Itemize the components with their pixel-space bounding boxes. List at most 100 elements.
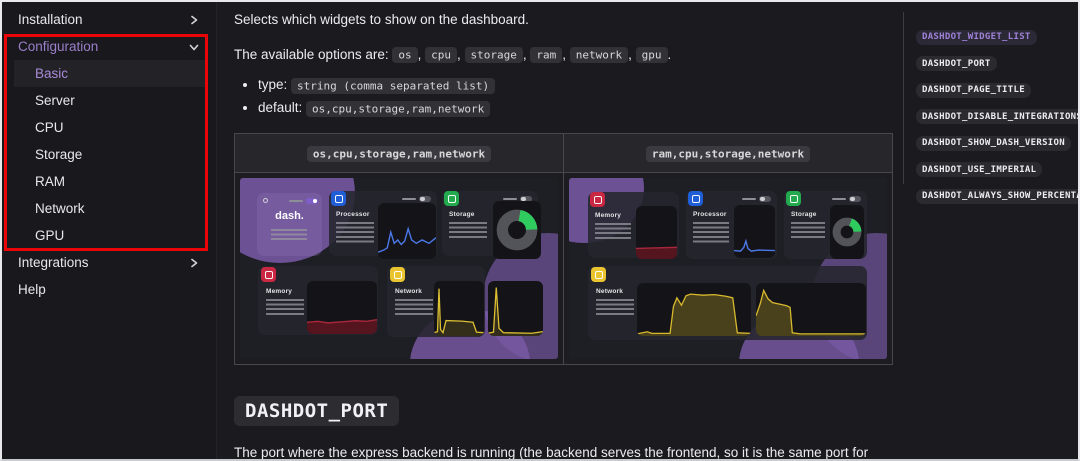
text-lines: [271, 229, 307, 243]
type-code: string (comma separated list): [291, 77, 496, 94]
widget-comparison-table: os,cpu,storage,ram,network ram,cpu,stora…: [234, 133, 893, 366]
port-section-heading: DASHDOT_PORT: [234, 396, 887, 427]
ram-chart: [307, 281, 377, 335]
options-line: The available options are: os, cpu, stor…: [234, 46, 672, 64]
sidebar-item-label: Server: [35, 93, 75, 108]
bullet-type: type: string (comma separated list): [258, 77, 887, 94]
toc-item-dashdot-always-show-percentages[interactable]: DASHDOT_ALWAYS_SHOW_PERCENTAGES: [916, 185, 1078, 204]
cpu-chart: [734, 205, 775, 259]
table-header-right: ram,cpu,storage,network: [563, 133, 893, 174]
mini-os-title: dash.: [275, 210, 304, 223]
mini-network-card: Network: [588, 266, 867, 341]
network-chart-1: [637, 283, 751, 337]
sidebar-item-label: Help: [18, 282, 46, 297]
mini-cpu-title: Processor: [693, 211, 727, 219]
table-header-left: os,cpu,storage,ram,network: [234, 133, 564, 174]
mini-ram-card: Memory: [258, 266, 378, 336]
sidebar-item-integrations[interactable]: Integrations: [2, 249, 216, 276]
text-lines: [336, 222, 374, 246]
sidebar-item-gpu[interactable]: GPU: [2, 222, 216, 249]
ram-chart: [636, 206, 677, 260]
mini-storage-title: Storage: [449, 211, 475, 219]
option-code-cpu: cpu: [425, 47, 457, 64]
network-chart-2: [756, 283, 866, 337]
mini-network-title: Network: [596, 288, 624, 296]
text-lines: [395, 299, 433, 318]
sidebar-item-label: GPU: [35, 228, 65, 243]
storage-disk-icon: [444, 191, 459, 207]
storage-disk-icon: [786, 191, 801, 207]
mini-cpu-card: Processor: [329, 191, 437, 260]
mini-cpu-card: Processor: [686, 191, 777, 260]
dashboard-screenshot-left: dash. Processor Storage Memory Network: [240, 178, 558, 360]
option-code-storage: storage: [464, 47, 523, 64]
sidebar-item-label: Basic: [35, 66, 69, 81]
mini-network-title: Network: [395, 288, 423, 296]
sidebar-item-ram[interactable]: RAM: [2, 168, 216, 195]
mini-os-card: dash.: [257, 193, 322, 257]
gear-icon: [263, 198, 268, 204]
ram-stick-icon: [261, 267, 276, 283]
bullet-default: default: os,cpu,storage,ram,network: [258, 100, 887, 117]
sidebar-item-cpu[interactable]: CPU: [2, 114, 216, 141]
options-prefix: The available options are:: [234, 46, 393, 62]
sidebar-item-configuration[interactable]: Configuration: [2, 33, 216, 60]
text-lines: [693, 222, 729, 246]
sidebar-item-label: Integrations: [18, 255, 89, 270]
mini-storage-title: Storage: [791, 211, 817, 219]
dark-mode-toggle: [289, 198, 318, 205]
option-code-gpu: gpu: [635, 47, 668, 64]
mini-cpu-title: Processor: [336, 211, 370, 219]
mini-ram-card: Memory: [588, 192, 679, 260]
toc-item-dashdot-show-dash-version[interactable]: DASHDOT_SHOW_DASH_VERSION: [916, 132, 1072, 151]
toc-item-dashdot-disable-integrations[interactable]: DASHDOT_DISABLE_INTEGRATIONS: [916, 106, 1078, 124]
text-lines: [449, 222, 487, 241]
port-section-description: The port where the express backend is ru…: [234, 445, 869, 461]
text-lines: [791, 222, 825, 241]
split-view-toggle: [832, 196, 861, 203]
option-code-ram: ram: [530, 47, 563, 64]
ram-stick-icon: [590, 192, 605, 208]
sidebar-item-installation[interactable]: Installation: [2, 6, 216, 33]
toc-item-dashdot-port[interactable]: DASHDOT_PORT: [916, 53, 1072, 71]
table-of-contents: DASHDOT_WIDGET_LIST DASHDOT_PORT DASHDOT…: [903, 2, 1078, 459]
toc-item-dashdot-use-imperial[interactable]: DASHDOT_USE_IMPERIAL: [916, 159, 1072, 177]
left-sidebar-nav: Installation Configuration Basic Server …: [2, 2, 217, 459]
sidebar-item-storage[interactable]: Storage: [2, 141, 216, 168]
sidebar-item-server[interactable]: Server: [2, 87, 216, 114]
sidebar-item-basic[interactable]: Basic: [14, 60, 207, 87]
toc-item-dashdot-page-title[interactable]: DASHDOT_PAGE_TITLE: [916, 79, 1072, 98]
storage-donut-chart: [830, 205, 864, 260]
sidebar-item-label: CPU: [35, 120, 64, 135]
main-content: Selects which widgets to show on the das…: [218, 2, 903, 459]
mini-storage-card: Storage: [784, 191, 867, 260]
mini-ram-title: Memory: [266, 288, 293, 296]
sidebar-item-label: RAM: [35, 174, 65, 189]
option-code-network: network: [569, 47, 629, 64]
all-cores-toggle: [402, 196, 431, 203]
text-lines: [596, 299, 634, 318]
table-cell-left: dash. Processor Storage Memory Network: [234, 172, 564, 366]
sidebar-item-network[interactable]: Network: [2, 195, 216, 222]
toc-item-dashdot-widget-list[interactable]: DASHDOT_WIDGET_LIST: [916, 26, 1072, 45]
sidebar-item-label: Configuration: [18, 39, 99, 54]
network-chart-1: [434, 281, 484, 337]
network-icon: [591, 267, 606, 283]
text-lines: [595, 223, 631, 242]
sidebar-item-label: Storage: [35, 147, 83, 162]
storage-donut-chart: [493, 201, 541, 260]
cpu-chip-icon: [688, 191, 703, 207]
all-cores-toggle: [742, 196, 771, 203]
intro-text: Selects which widgets to show on the das…: [234, 12, 529, 27]
sidebar-item-label: Network: [35, 201, 85, 216]
default-code: os,cpu,storage,ram,network: [306, 100, 491, 117]
cpu-chart: [378, 203, 436, 260]
cpu-chip-icon: [331, 191, 346, 207]
table-cell-right: Memory Processor Storage Network: [563, 172, 893, 366]
option-code-os: os: [392, 47, 418, 64]
chevron-right-icon: [191, 258, 198, 267]
network-icon: [390, 267, 405, 283]
chevron-right-icon: [191, 15, 198, 24]
dashboard-screenshot-right: Memory Processor Storage Network: [569, 178, 887, 360]
sidebar-item-help[interactable]: Help: [2, 276, 216, 303]
